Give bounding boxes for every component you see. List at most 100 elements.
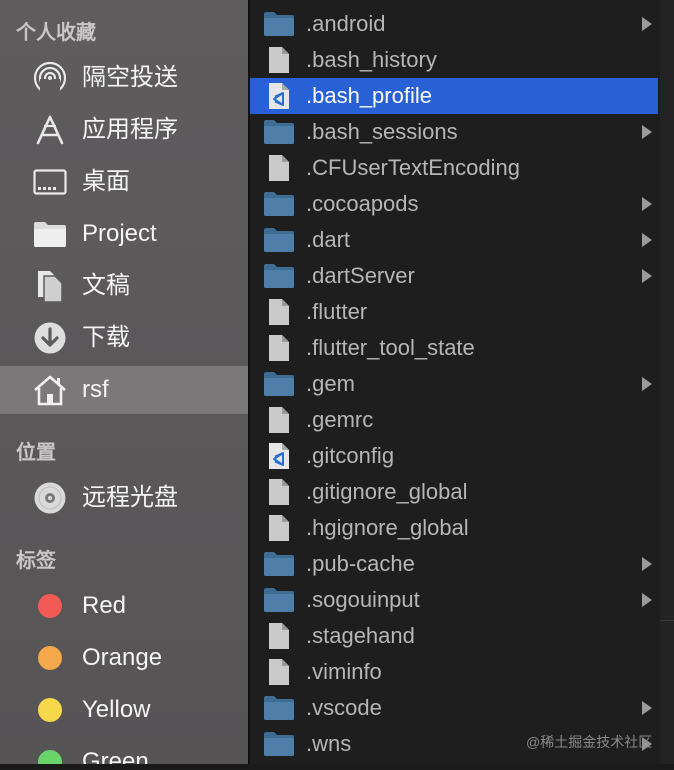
- file-row[interactable]: .flutter: [250, 294, 658, 330]
- vscode-file-icon: [262, 442, 296, 470]
- file-row[interactable]: .dartServer: [250, 258, 658, 294]
- document-icon: [262, 46, 296, 74]
- sidebar-item-label: 文稿: [82, 272, 130, 299]
- folder-icon: [262, 190, 296, 218]
- file-row[interactable]: .sogouinput: [250, 582, 658, 618]
- disclosure-arrow-icon: [640, 16, 654, 32]
- divider-line: [660, 620, 674, 621]
- file-name: .dart: [306, 227, 351, 252]
- sidebar-item-project[interactable]: Project: [0, 210, 248, 258]
- folder-icon: [32, 218, 68, 250]
- file-name: .cocoapods: [306, 191, 419, 216]
- next-column: [660, 0, 674, 770]
- file-name: .gitignore_global: [306, 479, 468, 504]
- sidebar-item-documents[interactable]: 文稿: [0, 262, 248, 310]
- file-row[interactable]: .gemrc: [250, 402, 658, 438]
- sidebar-item-applications[interactable]: 应用程序: [0, 106, 248, 154]
- sidebar-tag-red[interactable]: Red: [0, 582, 248, 630]
- disclosure-arrow-icon: [640, 232, 654, 248]
- sidebar: 个人收藏 隔空投送 应用程序 桌面 Project 文稿 下载 rsf 位置 远…: [0, 0, 248, 770]
- file-name: .vscode: [306, 695, 382, 720]
- folder-icon: [262, 262, 296, 290]
- file-row[interactable]: .stagehand: [250, 618, 658, 654]
- document-icon: [262, 478, 296, 506]
- sidebar-item-label: Red: [82, 592, 127, 619]
- sidebar-item-label: Yellow: [82, 696, 151, 723]
- remote-disc-icon: [32, 482, 68, 514]
- file-name: .hgignore_global: [306, 515, 469, 540]
- document-icon: [262, 514, 296, 542]
- file-row[interactable]: .viminfo: [250, 654, 658, 690]
- disclosure-arrow-icon: [640, 700, 654, 716]
- file-row[interactable]: .CFUserTextEncoding: [250, 150, 658, 186]
- folder-icon: [262, 370, 296, 398]
- airdrop-icon: [32, 61, 68, 95]
- folder-icon: [262, 730, 296, 758]
- sidebar-item-label: Project: [82, 220, 157, 247]
- disclosure-arrow-icon: [640, 196, 654, 212]
- sidebar-item-label: 应用程序: [82, 116, 178, 143]
- file-row[interactable]: .pub-cache: [250, 546, 658, 582]
- sidebar-tag-yellow[interactable]: Yellow: [0, 686, 248, 734]
- document-icon: [262, 658, 296, 686]
- file-name: .pub-cache: [306, 551, 415, 576]
- file-row[interactable]: .dart: [250, 222, 658, 258]
- locations-heading: 位置: [16, 442, 56, 464]
- home-icon: [32, 374, 68, 406]
- file-row[interactable]: .gem: [250, 366, 658, 402]
- file-name: .bash_history: [306, 47, 437, 72]
- file-name: .dartServer: [306, 263, 415, 288]
- watermark: @稀土掘金技术社区: [526, 734, 653, 750]
- file-list: .android .bash_history .bash_profile .bash_…: [250, 0, 660, 770]
- file-name: .wns: [306, 731, 352, 756]
- file-name: .flutter: [306, 299, 368, 324]
- file-name: .viminfo: [306, 659, 382, 684]
- file-row[interactable]: .vscode: [250, 690, 658, 726]
- file-name: .sogouinput: [306, 587, 420, 612]
- vscode-file-icon: [262, 82, 296, 110]
- file-name: .stagehand: [306, 623, 415, 648]
- file-name: .flutter_tool_state: [306, 335, 475, 360]
- file-name: .android: [306, 11, 386, 36]
- downloads-icon: [32, 322, 68, 354]
- disclosure-arrow-icon: [640, 268, 654, 284]
- folder-icon: [262, 586, 296, 614]
- disclosure-arrow-icon: [640, 592, 654, 608]
- disclosure-arrow-icon: [640, 124, 654, 140]
- folder-icon: [262, 118, 296, 146]
- sidebar-item-airdrop[interactable]: 隔空投送: [0, 54, 248, 102]
- sidebar-item-remote-disc[interactable]: 远程光盘: [0, 474, 248, 522]
- tags-heading: 标签: [16, 550, 56, 572]
- folder-icon: [262, 226, 296, 254]
- file-name: .bash_sessions: [306, 119, 458, 144]
- sidebar-item-label: rsf: [82, 376, 109, 403]
- desktop-icon: [32, 166, 68, 198]
- sidebar-tag-orange[interactable]: Orange: [0, 634, 248, 682]
- file-row[interactable]: .gitignore_global: [250, 474, 658, 510]
- file-row[interactable]: .hgignore_global: [250, 510, 658, 546]
- file-row[interactable]: .cocoapods: [250, 186, 658, 222]
- file-name: .gitconfig: [306, 443, 395, 468]
- file-name: .gem: [306, 371, 355, 396]
- sidebar-item-home[interactable]: rsf: [0, 366, 248, 414]
- document-icon: [262, 154, 296, 182]
- document-icon: [262, 406, 296, 434]
- orange-tag-dot-icon: [38, 646, 62, 670]
- sidebar-item-desktop[interactable]: 桌面: [0, 158, 248, 206]
- yellow-tag-dot-icon: [38, 698, 62, 722]
- disclosure-arrow-icon: [640, 376, 654, 392]
- file-row[interactable]: .bash_history: [250, 42, 658, 78]
- documents-icon: [32, 270, 68, 303]
- disclosure-arrow-icon: [640, 556, 654, 572]
- bottom-edge: [0, 764, 674, 770]
- sidebar-item-label: 桌面: [82, 168, 130, 195]
- file-row[interactable]: .flutter_tool_state: [250, 330, 658, 366]
- sidebar-item-downloads[interactable]: 下载: [0, 314, 248, 362]
- sidebar-item-label: 下载: [82, 324, 130, 351]
- file-row[interactable]: .bash_profile: [250, 78, 658, 114]
- file-row[interactable]: .gitconfig: [250, 438, 658, 474]
- file-row[interactable]: .bash_sessions: [250, 114, 658, 150]
- file-row[interactable]: .android: [250, 6, 658, 42]
- sidebar-item-label: Orange: [82, 644, 163, 671]
- document-icon: [262, 622, 296, 650]
